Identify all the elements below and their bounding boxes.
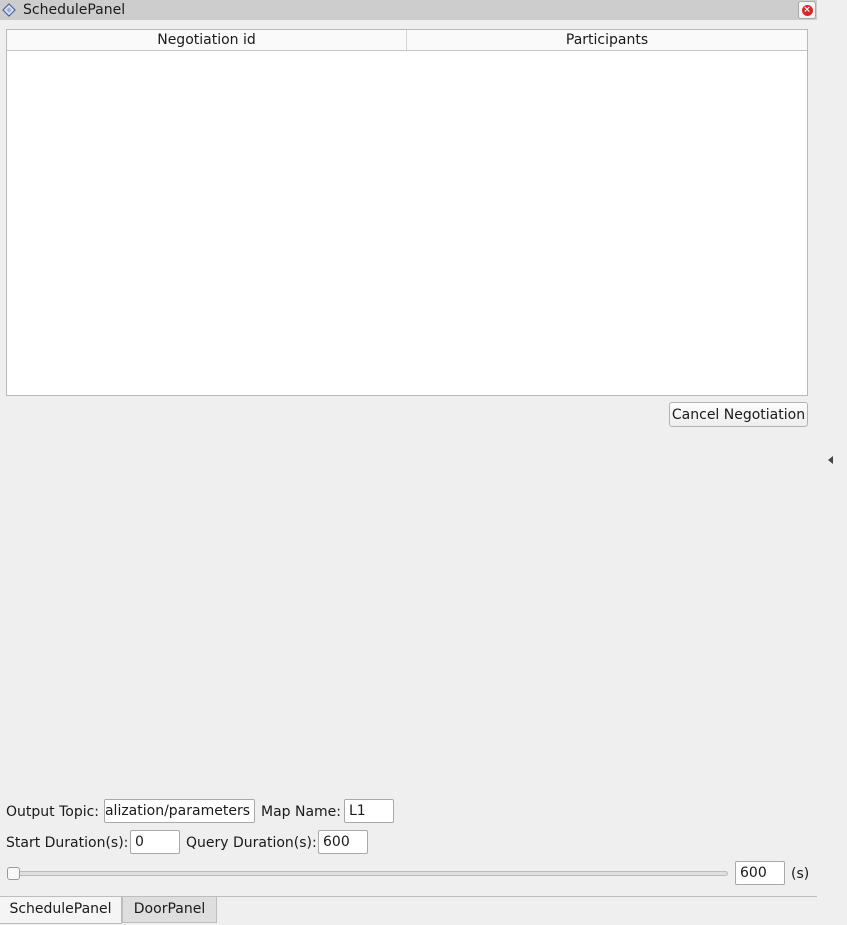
close-button[interactable]: × bbox=[798, 1, 816, 19]
start-duration-input[interactable]: 0 bbox=[130, 830, 180, 854]
map-name-value: L1 bbox=[349, 803, 366, 819]
time-slider-handle[interactable] bbox=[7, 867, 20, 880]
cancel-negotiation-button[interactable]: Cancel Negotiation bbox=[669, 402, 808, 427]
map-name-label: Map Name: bbox=[261, 804, 342, 820]
slider-value: 600 bbox=[740, 865, 767, 881]
output-topic-label: Output Topic: bbox=[6, 804, 100, 820]
start-duration-value: 0 bbox=[135, 834, 144, 850]
start-duration-label: Start Duration(s): bbox=[6, 835, 129, 851]
column-header-negotiation-id[interactable]: Negotiation id bbox=[7, 30, 407, 50]
output-topic-value: alization/parameters bbox=[104, 803, 250, 819]
window-title: SchedulePanel bbox=[23, 2, 126, 18]
column-header-participants[interactable]: Participants bbox=[407, 30, 807, 50]
dock-title-bar: SchedulePanel × bbox=[0, 0, 817, 20]
tab-door-panel[interactable]: DoorPanel bbox=[122, 897, 217, 923]
close-icon: × bbox=[801, 4, 813, 16]
query-duration-value: 600 bbox=[323, 834, 350, 850]
query-duration-label: Query Duration(s): bbox=[186, 835, 317, 851]
table-header: Negotiation id Participants bbox=[7, 30, 807, 51]
tab-schedule-panel[interactable]: SchedulePanel bbox=[0, 897, 122, 924]
slider-value-input[interactable]: 600 bbox=[735, 861, 785, 885]
panel-tab-bar: SchedulePanel DoorPanel bbox=[0, 896, 817, 925]
slider-unit-label: (s) bbox=[791, 866, 810, 882]
collapse-arrow-icon[interactable] bbox=[828, 456, 833, 464]
time-slider-track[interactable] bbox=[8, 871, 728, 876]
output-topic-input[interactable]: alization/parameters bbox=[104, 799, 255, 823]
diamond-icon bbox=[2, 3, 16, 17]
query-duration-input[interactable]: 600 bbox=[318, 830, 368, 854]
map-name-input[interactable]: L1 bbox=[344, 799, 394, 823]
negotiation-table[interactable]: Negotiation id Participants bbox=[6, 29, 808, 396]
